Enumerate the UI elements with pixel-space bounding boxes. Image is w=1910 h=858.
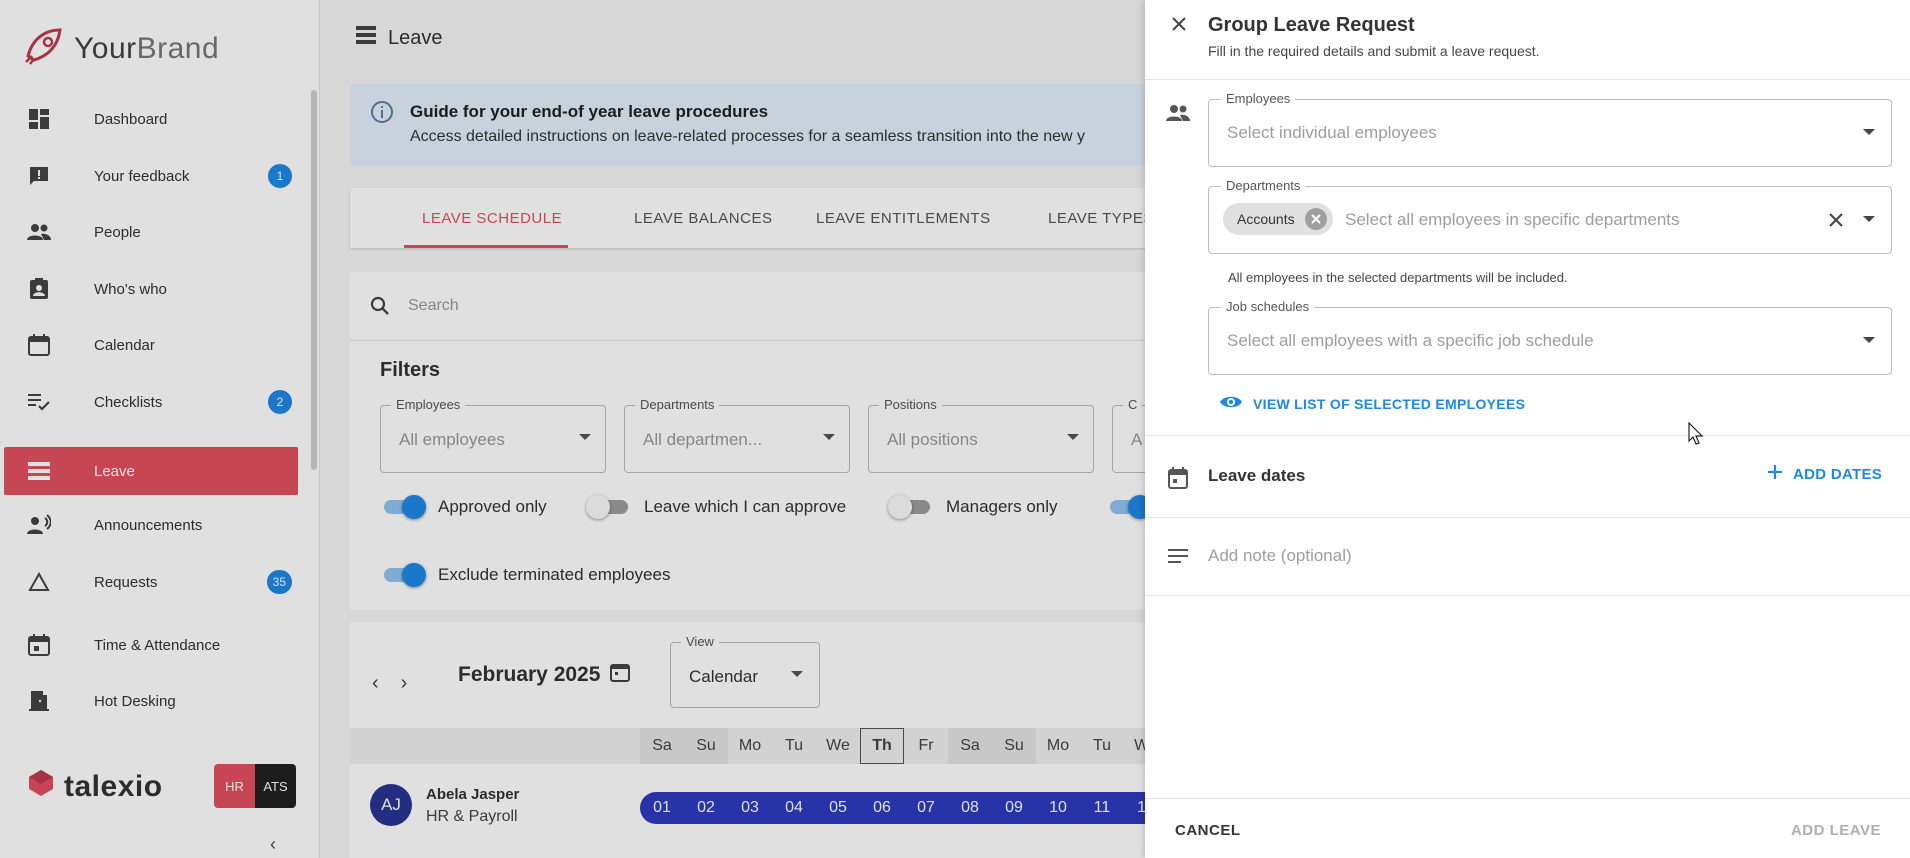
divider <box>1145 517 1910 518</box>
employees-select[interactable]: Employees Select individual employees <box>1208 91 1892 167</box>
chip-remove-icon[interactable] <box>1304 208 1327 230</box>
divider <box>1145 79 1910 80</box>
dropdown-arrow-icon[interactable] <box>1863 129 1875 135</box>
people-icon <box>1165 100 1191 126</box>
employees-placeholder: Select individual employees <box>1227 123 1437 142</box>
dropdown-arrow-icon[interactable] <box>1863 216 1875 222</box>
department-chip[interactable]: Accounts <box>1223 203 1333 235</box>
close-icon <box>1171 16 1187 37</box>
departments-helper-text: All employees in the selected department… <box>1228 270 1568 285</box>
modal-backdrop[interactable] <box>0 0 1145 858</box>
eye-icon <box>1219 394 1243 413</box>
plus-icon <box>1767 464 1783 484</box>
notes-icon <box>1165 543 1191 569</box>
dropdown-arrow-icon[interactable] <box>1863 337 1875 343</box>
add-dates-button[interactable]: ADD DATES <box>1767 464 1882 484</box>
field-label: Employees <box>1221 91 1296 106</box>
note-input[interactable]: Add note (optional) <box>1208 546 1352 566</box>
job-schedules-placeholder: Select all employees with a specific job… <box>1227 331 1594 350</box>
divider <box>1145 435 1910 436</box>
view-selected-employees-button[interactable]: VIEW LIST OF SELECTED EMPLOYEES <box>1219 394 1525 413</box>
departments-placeholder: Select all employees in specific departm… <box>1345 210 1680 229</box>
close-button[interactable] <box>1165 12 1193 40</box>
leave-dates-label: Leave dates <box>1208 466 1306 485</box>
cancel-button[interactable]: CANCEL <box>1175 822 1241 839</box>
field-label: Job schedules <box>1221 299 1315 314</box>
drawer-subtitle: Fill in the required details and submit … <box>1208 43 1540 59</box>
view-list-label: VIEW LIST OF SELECTED EMPLOYEES <box>1253 395 1526 412</box>
field-label: Departments <box>1221 178 1306 193</box>
divider <box>1145 595 1910 596</box>
departments-select[interactable]: Departments Accounts Select all employee… <box>1208 178 1892 254</box>
clear-icon[interactable] <box>1825 209 1847 231</box>
drawer-title: Group Leave Request <box>1208 14 1415 36</box>
job-schedules-select[interactable]: Job schedules Select all employees with … <box>1208 299 1892 375</box>
add-leave-button[interactable]: ADD LEAVE <box>1791 822 1881 839</box>
mouse-cursor-icon <box>1688 421 1704 451</box>
chip-label: Accounts <box>1237 211 1295 227</box>
divider <box>1145 798 1910 799</box>
group-leave-request-drawer: Group Leave Request Fill in the required… <box>1145 0 1910 858</box>
add-dates-label: ADD DATES <box>1793 465 1883 483</box>
calendar-icon <box>1165 465 1191 491</box>
